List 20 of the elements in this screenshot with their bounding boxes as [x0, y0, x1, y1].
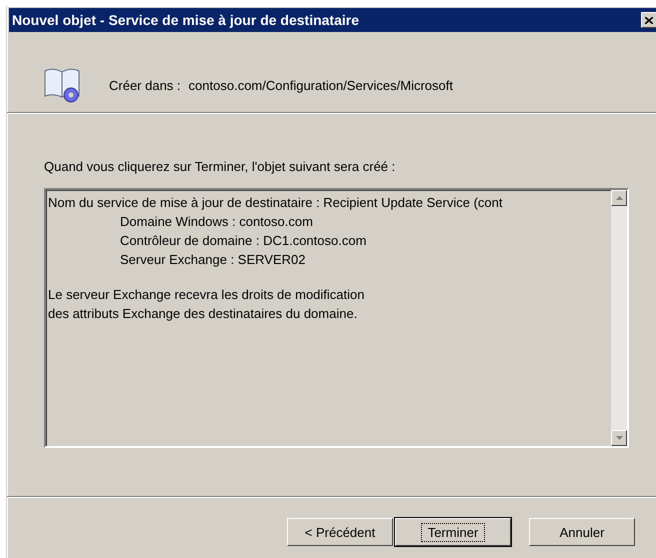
summary-line: Domaine Windows : contoso.com: [119, 213, 314, 231]
summary-line: Contrôleur de domaine : DC1.contoso.com: [119, 232, 368, 250]
summary-line: Le serveur Exchange recevra les droits de modification: [48, 286, 366, 304]
dialog-button[interactable]: Terminer: [395, 518, 511, 546]
close-icon: [645, 16, 653, 24]
up-arrow-icon: [616, 196, 622, 200]
close-button[interactable]: [641, 12, 656, 28]
summary-line: Serveur Exchange : SERVER02: [119, 251, 306, 269]
window-title: Nouvel objet - Service de mise à jour de destinataire: [12, 12, 360, 28]
dialog-button[interactable]: < Précédent: [287, 518, 393, 546]
scrollbar[interactable]: [611, 190, 627, 446]
summary-line: des attributs Exchange des destinataires du domaine.: [48, 305, 358, 323]
dialog-button[interactable]: Annuler: [529, 518, 635, 546]
intro-text: Quand vous cliquerez sur Terminer, l'objet suivant sera créé :: [44, 159, 396, 174]
location-path: contoso.com/Configuration/Services/Microsoft: [188, 78, 453, 92]
down-arrow-icon: [616, 436, 622, 440]
location-label: Créer dans :: [109, 78, 181, 92]
summary-line: Nom du service de mise à jour de destinataire : Recipient Update Service (cont: [48, 194, 504, 212]
scroll-up-button[interactable]: [611, 190, 627, 206]
scroll-down-button[interactable]: [611, 430, 627, 446]
